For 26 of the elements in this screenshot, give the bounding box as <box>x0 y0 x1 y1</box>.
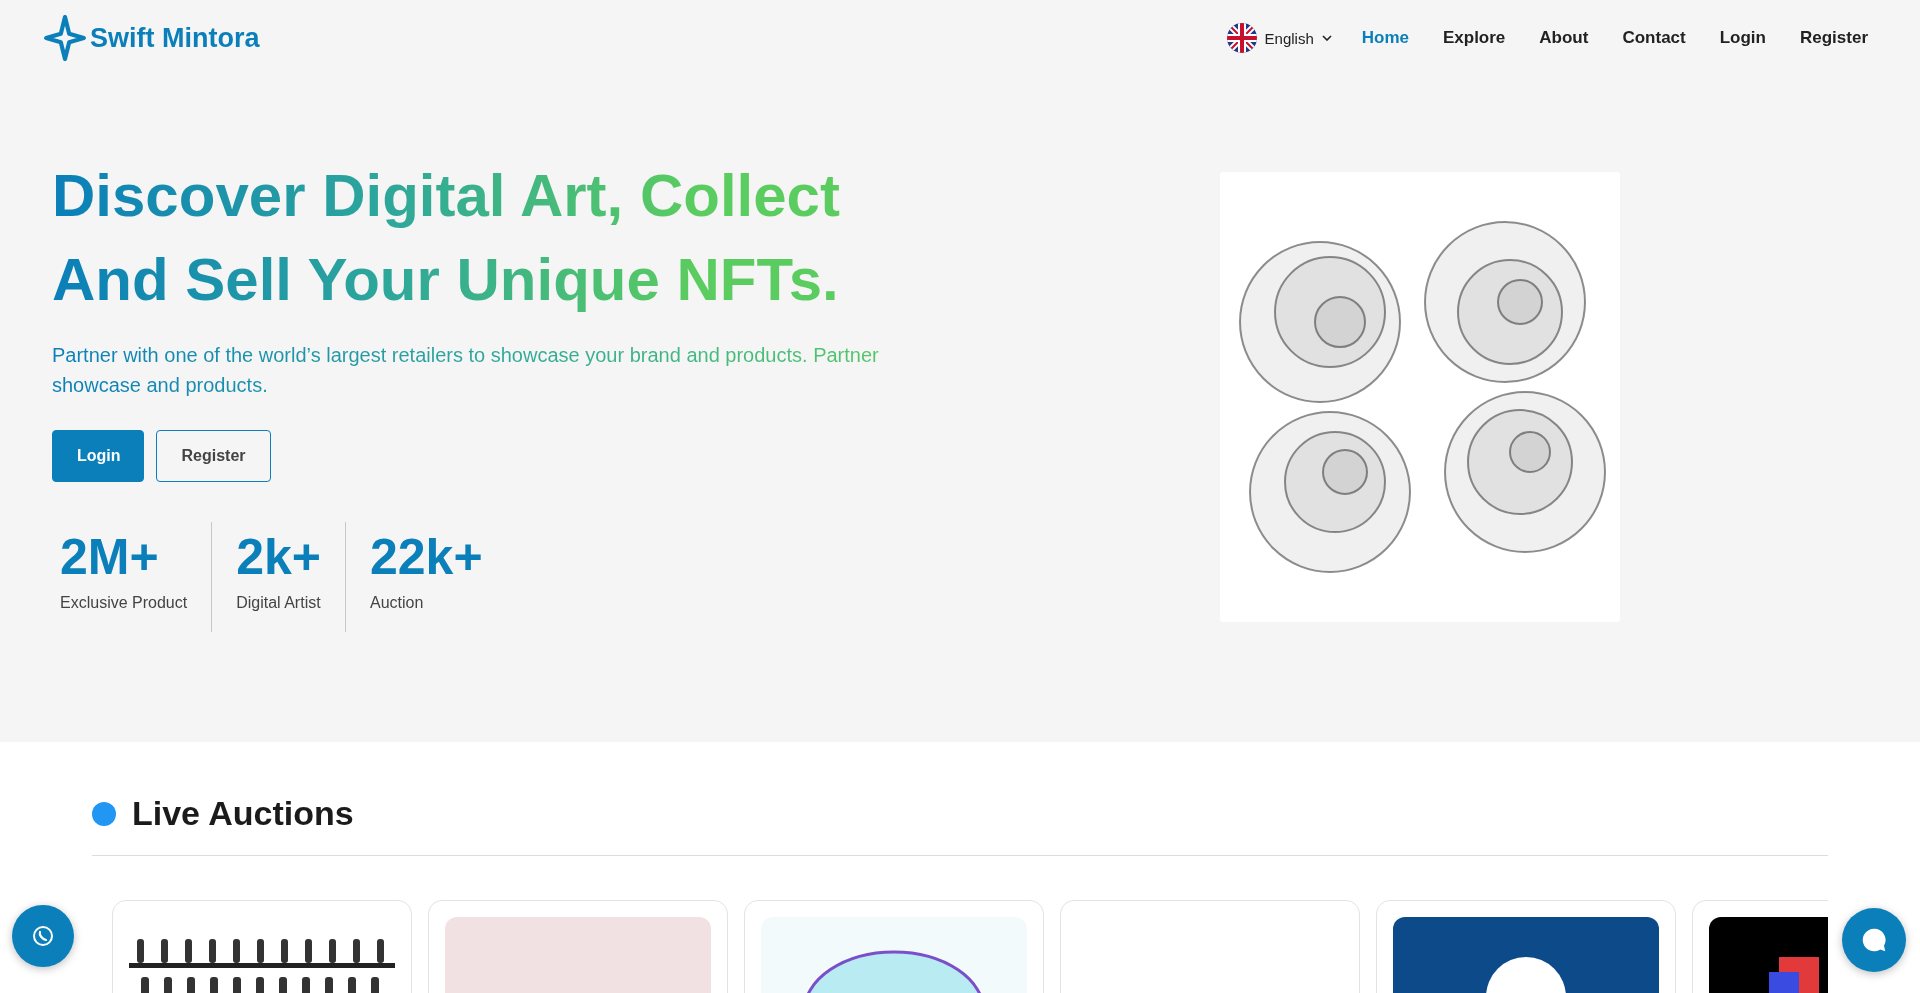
caret-icon <box>1321 35 1332 41</box>
stat-value: 2k+ <box>236 532 321 582</box>
uk-flag-icon <box>1226 23 1257 53</box>
stat-value: 22k+ <box>370 532 483 582</box>
star-logo-icon <box>44 15 86 61</box>
stat-label: Exclusive Product <box>60 594 188 612</box>
whatsapp-button[interactable] <box>12 905 74 967</box>
auction-card[interactable] <box>1376 900 1676 993</box>
chat-button[interactable] <box>1842 908 1906 972</box>
stat-value: 2M+ <box>60 532 160 582</box>
nav-link[interactable]: Contact <box>1622 28 1686 48</box>
language-selector[interactable]: English <box>1226 23 1332 53</box>
stat-label: Auction <box>370 594 425 612</box>
nav-link[interactable]: Login <box>1719 28 1766 48</box>
nav-link[interactable]: Explore <box>1442 28 1506 48</box>
live-dot-icon <box>92 801 116 826</box>
stat-label: Digital Artist <box>236 594 321 612</box>
login-button[interactable]: Login <box>52 430 144 482</box>
register-button[interactable]: Register <box>156 430 271 482</box>
brand-name[interactable]: Swift Mintora <box>90 22 260 54</box>
section-title: Live Auctions <box>132 794 354 833</box>
auction-card[interactable] <box>112 900 412 993</box>
nav-link[interactable]: About <box>1539 28 1589 48</box>
nav-link[interactable]: Home <box>1361 28 1409 48</box>
nav-link[interactable]: Register <box>1799 28 1868 48</box>
phone-icon <box>31 924 55 948</box>
